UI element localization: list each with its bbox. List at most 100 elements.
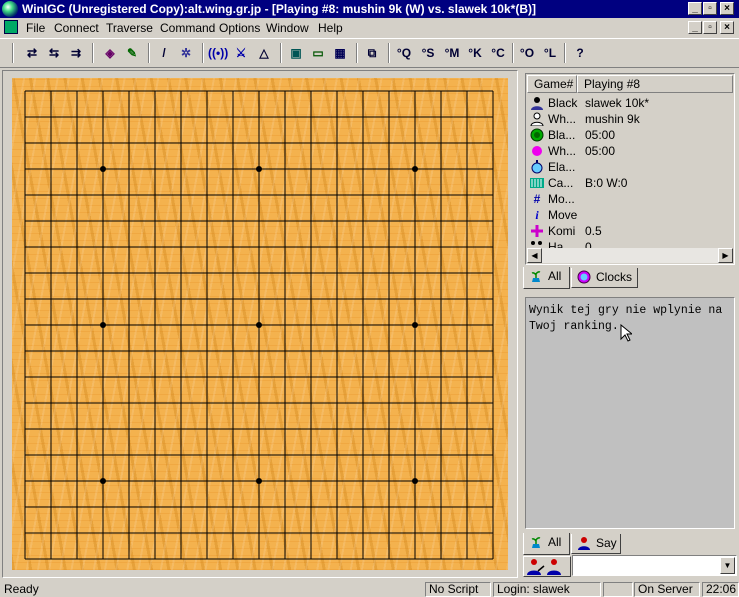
edit-icon[interactable]: ✎ (122, 43, 142, 63)
game-info-label: Wh... (548, 112, 577, 126)
status-ready: Ready (4, 582, 39, 596)
clock-icon (577, 270, 591, 284)
dropdown-arrow-icon[interactable]: ▼ (720, 557, 735, 574)
menu-bar: File Connect Traverse Command Options Wi… (0, 18, 739, 38)
command-q-button[interactable]: °Q (394, 43, 414, 63)
status-server: On Server (634, 582, 700, 597)
minimize-button[interactable]: _ (688, 2, 702, 15)
white-player-icon (530, 112, 544, 127)
maximize-button[interactable]: ▫ (703, 2, 717, 15)
board-grid[interactable] (12, 78, 508, 570)
status-bar: Ready No Script Login: slawek On Server … (0, 581, 739, 597)
help-button[interactable]: ? (570, 43, 590, 63)
game-info-value: 0.5 (585, 224, 602, 238)
game-info-row[interactable]: Komi 0.5 (528, 223, 732, 239)
star-point (256, 478, 262, 484)
game-info-row[interactable]: Ela... (528, 159, 732, 175)
tab-clocks-label: Clocks (596, 270, 633, 284)
game-info-label: Bla... (548, 128, 576, 142)
star-point (412, 478, 418, 484)
command-m-button[interactable]: °M (442, 43, 462, 63)
game-info-row[interactable]: Black slawek 10k* (528, 95, 732, 111)
command-c-button[interactable]: °C (488, 43, 508, 63)
close-button[interactable]: × (720, 2, 734, 15)
game-info-label: Mo... (548, 192, 575, 206)
game-info-row[interactable]: Bla... 05:00 (528, 127, 732, 143)
header-playing[interactable]: Playing #8 (577, 75, 733, 93)
tab-clocks[interactable]: Clocks (571, 268, 638, 288)
child-close-button[interactable]: × (720, 21, 734, 34)
scroll-right-icon[interactable]: ▶ (718, 248, 733, 263)
game-record-icon[interactable]: ◈ (100, 43, 120, 63)
star-point (256, 322, 262, 328)
menu-file[interactable]: File (26, 21, 45, 35)
connect-server-icon[interactable]: ⇄ (22, 43, 42, 63)
sparkle-icon[interactable]: ✲ (176, 43, 196, 63)
captures-icon (530, 176, 544, 190)
status-blank (603, 582, 633, 597)
game-info-label: Black (548, 96, 578, 110)
komi-icon (530, 224, 544, 238)
command-s-button[interactable]: °S (418, 43, 438, 63)
disconnect-server-icon[interactable]: ⇆ (44, 43, 64, 63)
game-info-value: 05:00 (585, 128, 616, 142)
tab-all-info[interactable]: All (523, 267, 570, 289)
menu-help[interactable]: Help (318, 21, 343, 35)
game-info-label: Wh... (548, 144, 577, 158)
toolbar-separator (356, 43, 358, 63)
game-info-row[interactable]: # Mo... (528, 191, 732, 207)
monitor-icon[interactable]: ▭ (308, 43, 328, 63)
menu-traverse[interactable]: Traverse (106, 21, 153, 35)
game-info-header: Game# Playing #8 (527, 75, 733, 93)
menu-connect[interactable]: Connect (54, 21, 99, 35)
windows-icon[interactable]: ⧉ (362, 43, 382, 63)
child-restore-button[interactable]: ▫ (703, 21, 717, 34)
black-player-icon (530, 96, 544, 110)
game-info-list[interactable]: Game# Playing #8 Black slawek 10k* Wh... mu… (525, 73, 735, 265)
game-info-row[interactable]: Wh... mushin 9k (528, 111, 732, 127)
document-icon[interactable] (4, 20, 18, 34)
grid-icon[interactable]: ▦ (330, 43, 350, 63)
menu-options[interactable]: Options (219, 21, 260, 35)
status-time: 22:06 (702, 582, 739, 597)
elapsed-icon (530, 160, 544, 174)
game-info-value: B:0 W:0 (585, 176, 628, 190)
game-info-row[interactable]: i Move (528, 207, 732, 223)
game-info-value: slawek 10k* (585, 96, 650, 110)
tool-wand-icon[interactable]: / (154, 43, 174, 63)
app-globe-icon[interactable] (2, 1, 18, 17)
scroll-left-icon[interactable]: ◀ (527, 248, 542, 263)
child-minimize-button[interactable]: _ (688, 21, 702, 34)
command-l-button[interactable]: °L (540, 43, 560, 63)
star-point (412, 166, 418, 172)
toolbar: ⇄ ⇆ ⇉ ◈ ✎ / ✲ ((•)) ⚔ △ ▣ ▭ ▦ ⧉ °Q °S °M… (0, 38, 739, 68)
game-info-label: Move (548, 208, 578, 222)
toolbar-separator (92, 43, 94, 63)
reconnect-icon[interactable]: ⇉ (66, 43, 86, 63)
game-info-row[interactable]: Ca... B:0 W:0 (528, 175, 732, 191)
title-bar[interactable]: WinIGC (Unregistered Copy):alt.wing.gr.j… (0, 0, 739, 18)
triangle-icon[interactable]: △ (254, 43, 274, 63)
menu-window[interactable]: Window (266, 21, 309, 35)
white-clock-icon (530, 144, 544, 158)
game-info-row[interactable]: Wh... 05:00 (528, 143, 732, 159)
tab-say[interactable]: Say (571, 534, 621, 554)
plant-icon (531, 271, 541, 282)
command-o-button[interactable]: °O (517, 43, 537, 63)
toolbar-separator (202, 43, 204, 63)
tab-all-chat[interactable]: All (523, 533, 570, 555)
users-button[interactable] (523, 556, 571, 577)
horizontal-scrollbar[interactable]: ◀ ▶ (527, 248, 733, 263)
board-view-icon[interactable]: ▣ (286, 43, 306, 63)
go-board[interactable] (12, 78, 508, 570)
command-input[interactable]: ▼ (572, 555, 737, 576)
menu-command[interactable]: Command (160, 21, 215, 35)
command-k-button[interactable]: °K (465, 43, 485, 63)
game-info-value: 05:00 (585, 144, 616, 158)
header-game-number[interactable]: Game# (527, 75, 577, 93)
board-panel (2, 70, 518, 578)
broadcast-icon[interactable]: ((•)) (208, 43, 228, 63)
two-users-icon (527, 559, 561, 575)
star-point (100, 478, 106, 484)
match-icon[interactable]: ⚔ (231, 43, 251, 63)
